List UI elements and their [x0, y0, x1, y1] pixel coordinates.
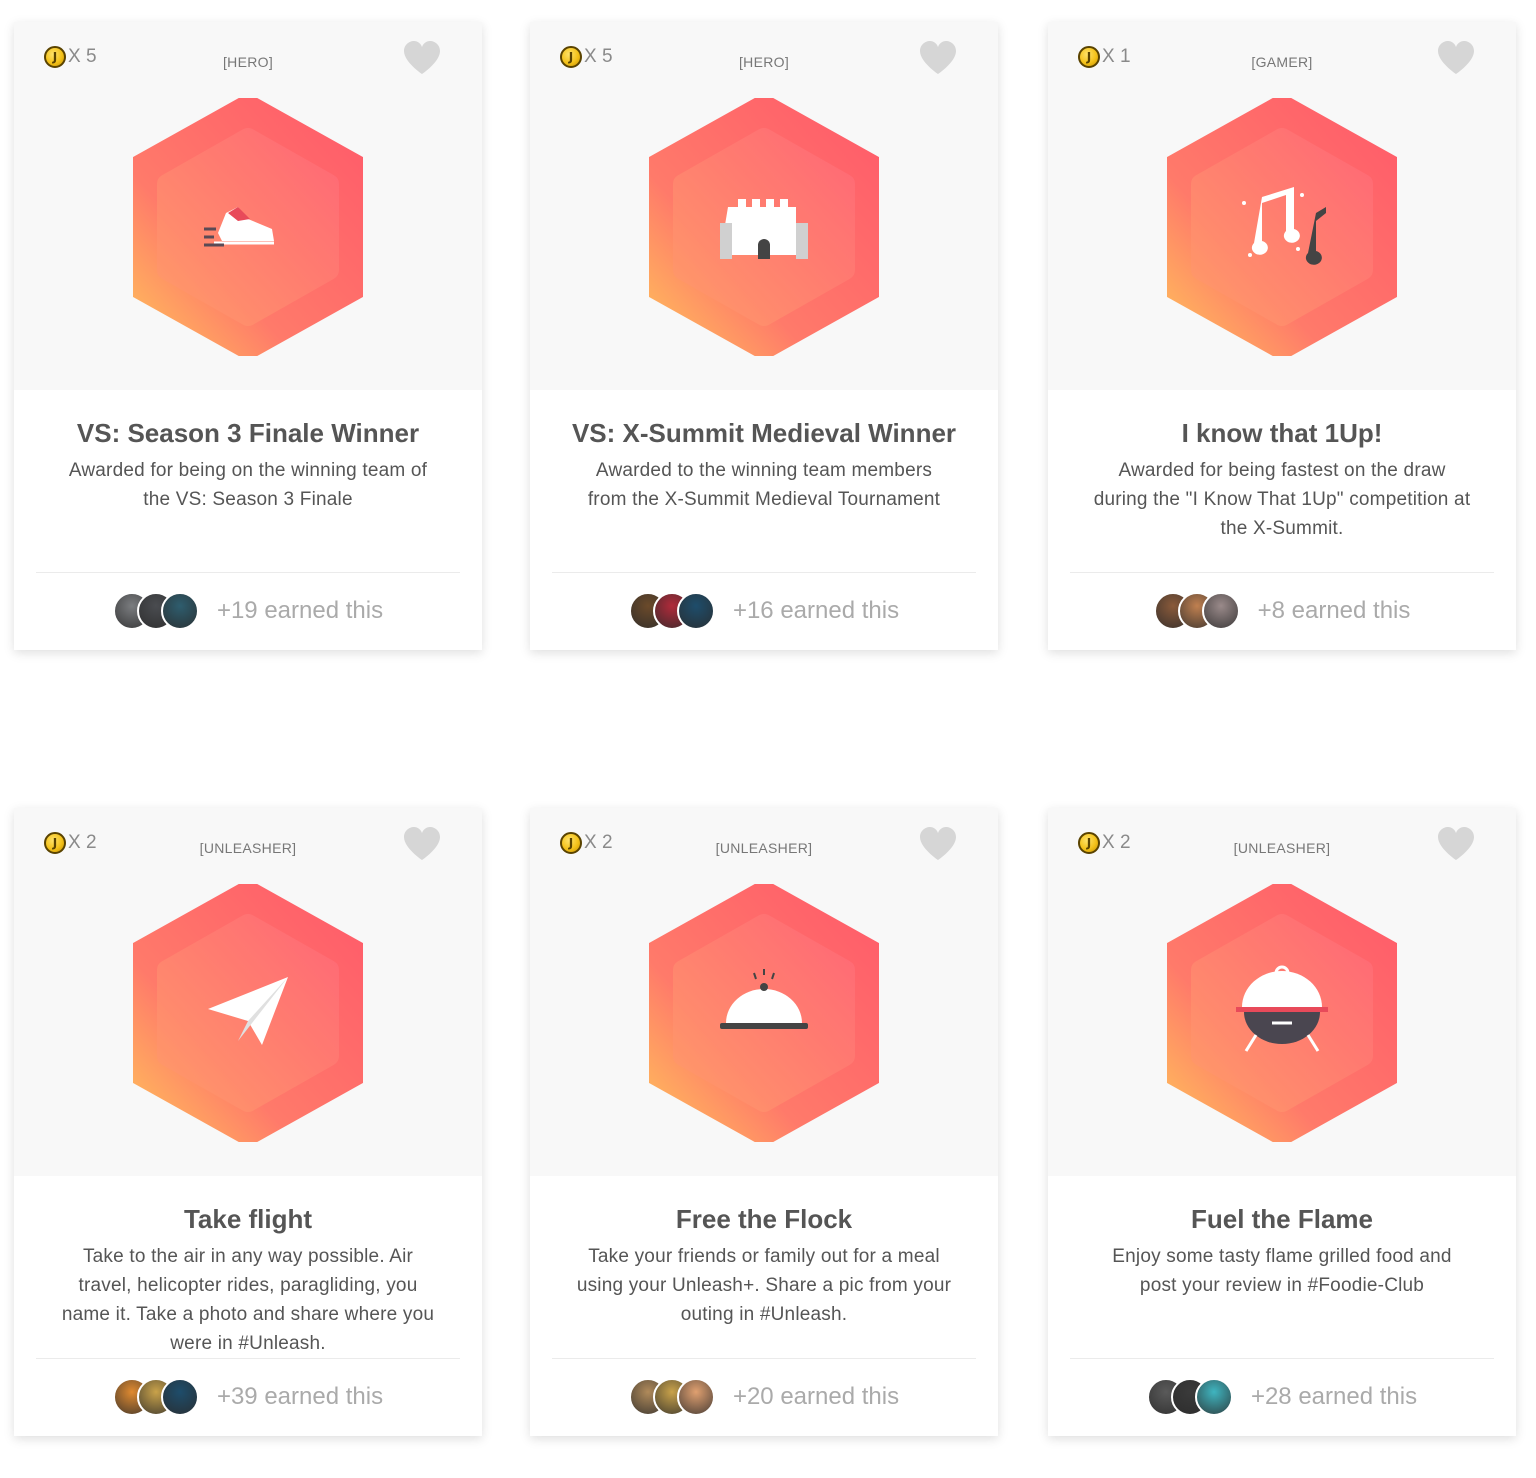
- badge-hexagon: [133, 98, 363, 356]
- badge-hexagon: [1167, 98, 1397, 356]
- badge-header: J X 2 [UNLEASHER]: [14, 808, 482, 1176]
- avatar[interactable]: [160, 592, 199, 630]
- divider: [552, 572, 976, 573]
- badge-description: Awarded for being on the winning team of…: [68, 460, 428, 510]
- castle-icon: [720, 199, 808, 259]
- badge-details: VS: X-Summit Medieval Winner Awarded to …: [530, 390, 998, 650]
- badge-card[interactable]: J X 2 [UNLEASHER] Take flight Take to th…: [14, 808, 482, 1436]
- avatar[interactable]: [676, 592, 715, 630]
- badge-header: J X 2 [UNLEASHER]: [1048, 808, 1516, 1176]
- divider: [36, 572, 460, 573]
- badge-description: Take to the air in any way possible. Air…: [61, 1246, 435, 1354]
- earner-avatars[interactable]: [628, 592, 715, 630]
- heart-icon[interactable]: [918, 826, 958, 862]
- earned-row: +8 earned this: [1048, 589, 1516, 633]
- heart-icon[interactable]: [918, 40, 958, 76]
- badge-details: Take flight Take to the air in any way p…: [14, 1176, 482, 1436]
- divider: [1070, 572, 1494, 573]
- heart-icon[interactable]: [402, 40, 442, 76]
- earned-count[interactable]: +19 earned this: [217, 597, 383, 625]
- badge-header: J X 2 [UNLEASHER]: [530, 808, 998, 1176]
- badge-hexagon: [1167, 884, 1397, 1142]
- badge-description: Take your friends or family out for a me…: [576, 1246, 952, 1325]
- avatar[interactable]: [1201, 592, 1240, 630]
- badge-header: J X 1 [GAMER]: [1048, 22, 1516, 390]
- earner-avatars[interactable]: [112, 592, 199, 630]
- badge-hexagon: [133, 884, 363, 1142]
- badge-card[interactable]: J X 5 [HERO] VS: Season 3 Finale Winner …: [14, 22, 482, 650]
- avatar[interactable]: [160, 1378, 199, 1416]
- badge-details: VS: Season 3 Finale Winner Awarded for b…: [14, 390, 482, 650]
- earned-count[interactable]: +28 earned this: [1251, 1383, 1417, 1411]
- earner-avatars[interactable]: [112, 1378, 199, 1416]
- badge-title: Fuel the Flame: [1190, 1204, 1374, 1234]
- badge-description: Awarded for being fastest on the draw du…: [1093, 460, 1471, 539]
- divider: [552, 1358, 976, 1359]
- badge-hexagon: [649, 884, 879, 1142]
- earned-row: +28 earned this: [1048, 1375, 1516, 1419]
- earned-count[interactable]: +20 earned this: [733, 1383, 899, 1411]
- badge-title: Take flight: [183, 1204, 313, 1234]
- earner-avatars[interactable]: [1146, 1378, 1233, 1416]
- avatar[interactable]: [676, 1378, 715, 1416]
- badge-card[interactable]: J X 1 [GAMER] I know that 1Up! Awarded f…: [1048, 22, 1516, 650]
- divider: [1070, 1358, 1494, 1359]
- badge-title: I know that 1Up!: [1181, 418, 1383, 448]
- heart-icon[interactable]: [1436, 826, 1476, 862]
- badge-description: Enjoy some tasty flame grilled food and …: [1112, 1246, 1452, 1296]
- earned-row: +20 earned this: [530, 1375, 998, 1419]
- heart-icon[interactable]: [1436, 40, 1476, 76]
- badge-header: J X 5 [HERO]: [14, 22, 482, 390]
- earner-avatars[interactable]: [1153, 592, 1240, 630]
- earned-count[interactable]: +8 earned this: [1258, 597, 1411, 625]
- badge-details: Free the Flock Take your friends or fami…: [530, 1176, 998, 1436]
- earned-count[interactable]: +16 earned this: [733, 597, 899, 625]
- earner-avatars[interactable]: [628, 1378, 715, 1416]
- badge-title: Free the Flock: [675, 1204, 853, 1234]
- badge-details: I know that 1Up! Awarded for being faste…: [1048, 390, 1516, 650]
- badge-hexagon: [649, 98, 879, 356]
- badge-title: VS: X-Summit Medieval Winner: [571, 418, 957, 448]
- badge-details: Fuel the Flame Enjoy some tasty flame gr…: [1048, 1176, 1516, 1436]
- badge-card[interactable]: J X 2 [UNLEASHER] Fuel the Flame Enjoy s…: [1048, 808, 1516, 1436]
- badge-card[interactable]: J X 5 [HERO] VS: X-Summit Medieval Winne…: [530, 22, 998, 650]
- earned-count[interactable]: +39 earned this: [217, 1383, 383, 1411]
- badge-header: J X 5 [HERO]: [530, 22, 998, 390]
- earned-row: +19 earned this: [14, 589, 482, 633]
- badge-title: VS: Season 3 Finale Winner: [76, 418, 420, 448]
- earned-row: +39 earned this: [14, 1375, 482, 1419]
- badge-description: Awarded to the winning team members from…: [587, 460, 941, 510]
- heart-icon[interactable]: [402, 826, 442, 862]
- divider: [36, 1358, 460, 1359]
- badge-card[interactable]: J X 2 [UNLEASHER] Free the Flock Take yo…: [530, 808, 998, 1436]
- earned-row: +16 earned this: [530, 589, 998, 633]
- avatar[interactable]: [1194, 1378, 1233, 1416]
